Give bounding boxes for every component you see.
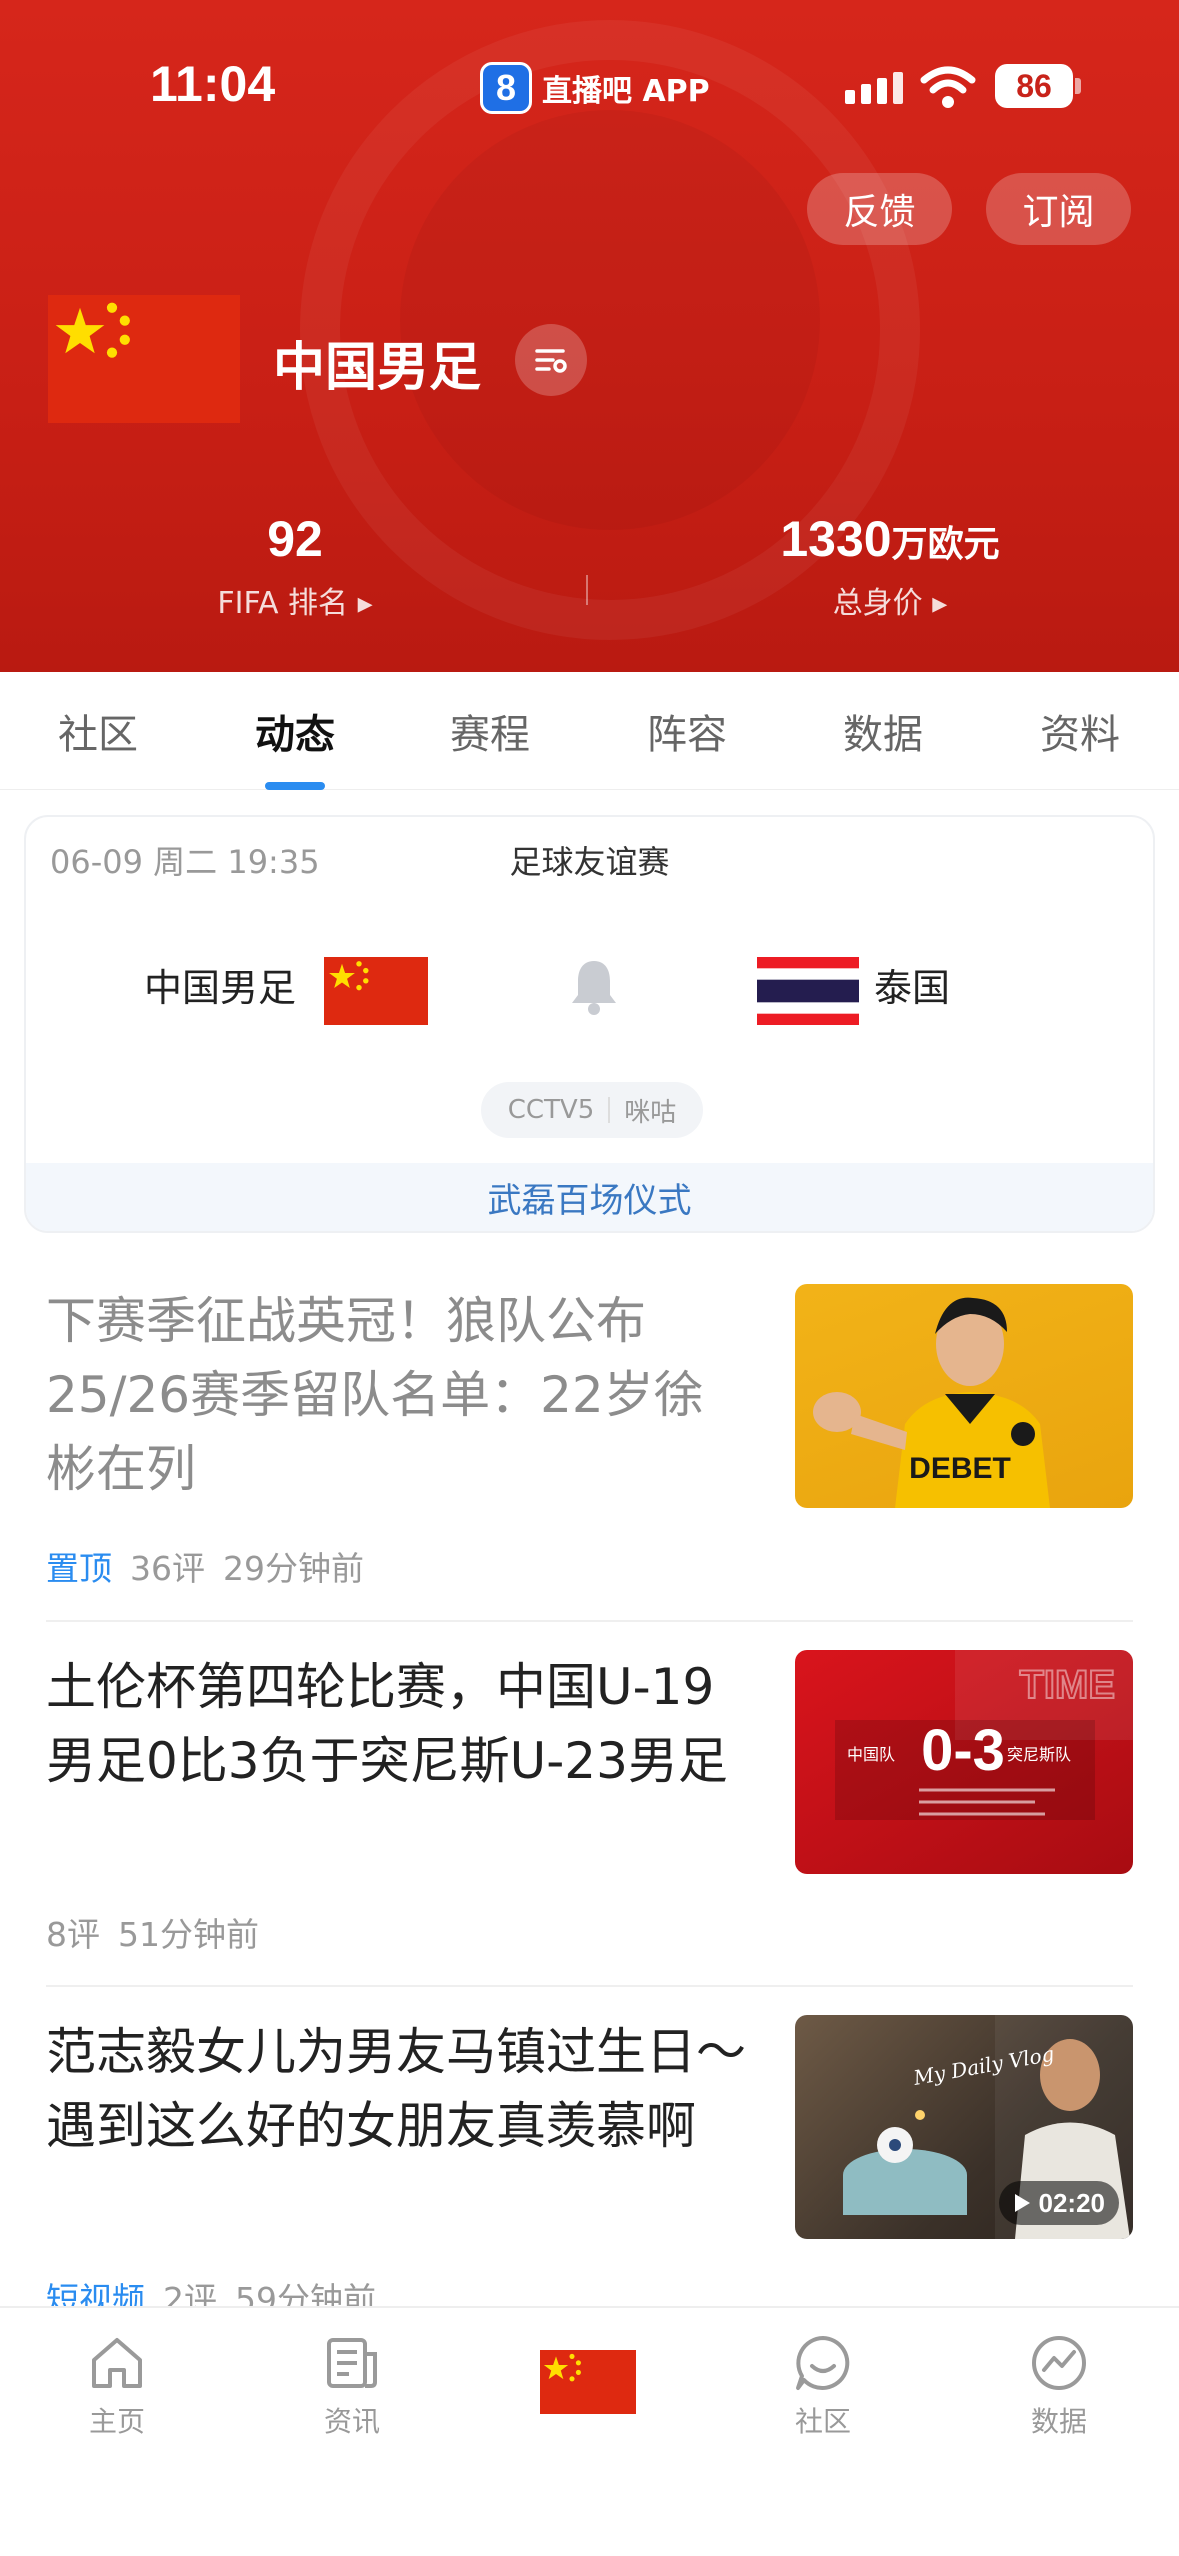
tab-info[interactable]: 资料 (1000, 702, 1160, 760)
news-icon (327, 2338, 377, 2388)
feedback-button[interactable]: 反馈 (807, 173, 952, 245)
tab-lineup[interactable]: 阵容 (607, 702, 767, 760)
data-icon (1032, 2336, 1086, 2390)
play-icon (1014, 2194, 1030, 2212)
match-card[interactable]: 06-09 周二 19:35 足球友谊赛 中国男足 泰国 CCTV5 咪咕 武磊… (24, 815, 1155, 1233)
news-title: 范志毅女儿为男友马镇过生日～遇到这么好的女朋友真羡慕啊 (46, 2023, 746, 2155)
video-duration: 02:20 (998, 2181, 1119, 2225)
stat-divider (586, 575, 588, 605)
total-value-value: 1330万欧元 (780, 511, 1000, 567)
battery-tip (1075, 78, 1081, 94)
nav-data[interactable]: 数据 (994, 2330, 1124, 2440)
news-divider (46, 1985, 1133, 1987)
active-tab-indicator (265, 782, 325, 790)
battery-icon: 86 (995, 64, 1073, 108)
status-time: 11:04 (150, 56, 276, 112)
bottom-navigation: 主页 资讯 社区 数据 (0, 2306, 1179, 2556)
nav-news[interactable]: 资讯 (287, 2330, 417, 2440)
broadcasters: CCTV5 咪咕 (481, 1082, 703, 1138)
china-flag-icon (324, 957, 428, 1025)
home-icon (92, 2338, 142, 2388)
score-graphic: TIME 中国队 0-3 突尼斯队 (835, 1650, 1133, 1820)
tab-data[interactable]: 数据 (803, 702, 963, 760)
fifa-rank-value: 92 (267, 511, 323, 567)
away-team-label: 突尼斯队 (1007, 1745, 1071, 1764)
news-meta: 置顶 36评 29分钟前 (46, 1542, 364, 1590)
cellular-signal-icon (845, 72, 903, 104)
banner-text: TIME (1019, 1663, 1115, 1707)
total-value-label: 总身价 ▸ (832, 586, 948, 621)
news-item[interactable]: 下赛季征战英冠！狼队公布25/26赛季留队名单：22岁徐彬在列 置顶 36评 2… (46, 1284, 1133, 1634)
team-emblem-watermark-inner (400, 110, 820, 530)
home-team-name: 中国男足 (144, 966, 297, 1010)
publish-time: 51分钟前 (118, 1915, 259, 1954)
news-item[interactable]: 范志毅女儿为男友马镇过生日～遇到这么好的女朋友真羡慕啊 短视频 2评 59分钟前… (46, 2015, 1133, 2319)
tab-schedule[interactable]: 赛程 (410, 702, 570, 760)
thailand-flag-icon (757, 957, 859, 1025)
tab-community[interactable]: 社区 (18, 702, 178, 760)
subscribe-button[interactable]: 订阅 (986, 173, 1131, 245)
fifa-rank-label: FIFA 排名 ▸ (217, 586, 373, 621)
china-flag-icon[interactable] (540, 2350, 636, 2414)
home-team-label: 中国队 (847, 1745, 895, 1764)
tab-updates[interactable]: 动态 (215, 702, 375, 760)
player-photo-illustration: DEBET (813, 1297, 1050, 1508)
news-title: 下赛季征战英冠！狼队公布25/26赛季留队名单：22岁徐彬在列 (46, 1292, 704, 1498)
nav-home[interactable]: 主页 (52, 2330, 182, 2440)
pinned-tag: 置顶 (46, 1549, 112, 1588)
news-thumbnail: TIME 中国队 0-3 突尼斯队 (795, 1650, 1133, 1874)
video-thumbnail: My Daily Vlog 02:20 (795, 2015, 1133, 2239)
news-title: 土伦杯第四轮比赛，中国U-19男足0比3负于突尼斯U-23男足 (46, 1658, 728, 1790)
publish-time: 29分钟前 (223, 1549, 364, 1588)
app-indicator: 8 直播吧 APP (480, 62, 710, 114)
comment-count: 8评 (46, 1915, 100, 1954)
news-item[interactable]: 土伦杯第四轮比赛，中国U-19男足0比3负于突尼斯U-23男足 8评 51分钟前… (46, 1650, 1133, 2000)
section-tabs: 社区 动态 赛程 阵容 数据 资料 (0, 672, 1179, 790)
total-value-stat[interactable]: 1330万欧元 总身价 ▸ (740, 510, 1040, 622)
broadcaster-cctv5: CCTV5 (507, 1095, 595, 1125)
nav-community[interactable]: 社区 (758, 2330, 888, 2440)
match-score: 0-3 (921, 1718, 1005, 1783)
status-bar: 11:04 8 直播吧 APP 86 (0, 0, 1179, 170)
news-thumbnail: DEBET (795, 1284, 1133, 1508)
community-icon (796, 2336, 850, 2390)
wifi-icon (920, 66, 976, 108)
team-name: 中国男足 (273, 338, 482, 398)
app-name: 直播吧 APP (542, 74, 710, 109)
news-divider (46, 1620, 1133, 1622)
filter-settings-icon (535, 349, 567, 373)
match-competition: 足球友谊赛 (509, 843, 670, 881)
match-footer-link[interactable]: 武磊百场仪式 (26, 1163, 1153, 1231)
away-team-name: 泰国 (874, 966, 951, 1010)
fifa-rank-stat[interactable]: 92 FIFA 排名 ▸ (180, 510, 410, 622)
app-logo-icon: 8 (480, 62, 532, 114)
team-switch-button[interactable] (515, 324, 587, 396)
sponsor-text: DEBET (909, 1452, 1011, 1485)
bell-reminder-icon[interactable] (566, 957, 622, 1017)
team-header: 11:04 8 直播吧 APP 86 反馈 订阅 中国男足 92 FIFA 排名… (0, 0, 1179, 672)
news-meta: 8评 51分钟前 (46, 1908, 259, 1956)
comment-count: 36评 (130, 1549, 205, 1588)
china-flag-icon (48, 295, 240, 423)
broadcaster-migu: 咪咕 (624, 1097, 677, 1128)
broadcaster-divider (608, 1097, 611, 1123)
